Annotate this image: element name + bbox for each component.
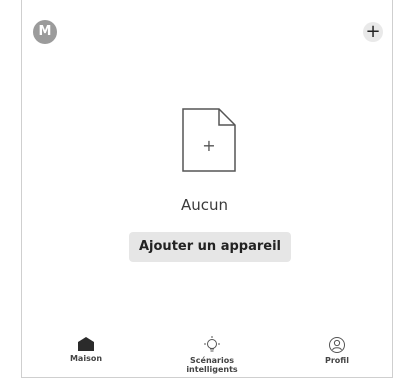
nav-item-scenarios[interactable]: Scénarios intelligents xyxy=(164,336,260,374)
nav-label-profil: Profil xyxy=(325,356,349,365)
user-icon xyxy=(329,337,345,353)
nav-item-profil[interactable]: Profil xyxy=(320,336,354,365)
app-frame xyxy=(21,0,393,378)
lightbulb-icon xyxy=(204,336,220,352)
house-icon xyxy=(78,337,94,351)
nav-label-scenarios: Scénarios intelligents xyxy=(186,356,238,374)
add-button[interactable]: + xyxy=(363,22,383,42)
add-device-button[interactable]: Ajouter un appareil xyxy=(129,232,291,262)
doc-plus-sign: + xyxy=(202,136,215,155)
nav-item-maison[interactable]: Maison xyxy=(66,336,106,363)
empty-title: Aucun xyxy=(180,196,229,214)
nav-label-maison: Maison xyxy=(69,354,103,363)
document-icon: + xyxy=(182,108,236,172)
avatar[interactable]: M xyxy=(33,20,57,44)
